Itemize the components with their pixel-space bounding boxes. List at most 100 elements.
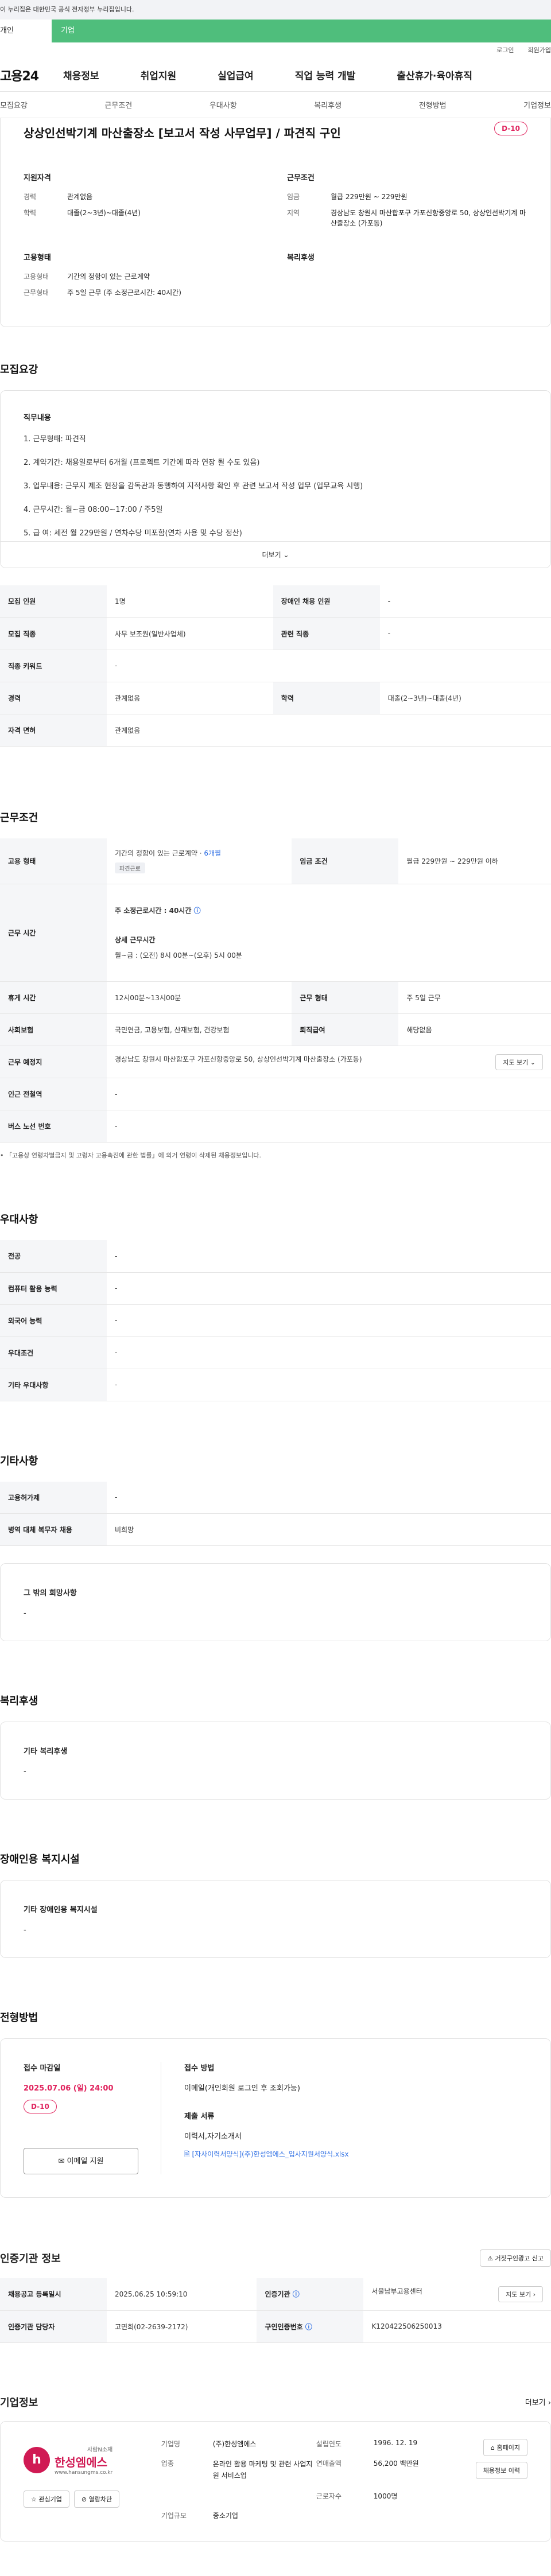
table-row: 버스 노선 번호 - xyxy=(0,1110,551,1143)
homepage-button[interactable]: ⌂ 홈페이지 xyxy=(483,2438,527,2456)
table-row: 인증기관 담당자 고면희(02-2639-2172) 구인인증번호 ⓘ K120422… xyxy=(0,2310,551,2343)
apply-section-title: 전형방법 xyxy=(0,2012,38,2024)
duty-line: 5. 급 여: 세전 월 229만원 / 연차수당 미포함(연차 사용 및 수당… xyxy=(24,529,242,538)
welfare-box: 기타 복리후생 - xyxy=(0,1722,551,1800)
chevron-down-icon: ⌄ xyxy=(283,551,289,559)
subnav-recruit[interactable]: 모집요강 xyxy=(0,99,28,110)
info-icon[interactable]: ⓘ xyxy=(305,2323,312,2331)
info-icon[interactable]: ⓘ xyxy=(194,907,201,915)
subnav-conditions[interactable]: 근무조건 xyxy=(104,99,132,110)
table-header: 기타 우대사항 xyxy=(0,1369,107,1401)
subnav-company[interactable]: 기업정보 xyxy=(523,99,551,110)
subnav-selection[interactable]: 전형방법 xyxy=(419,99,447,110)
table-header: 관련 직종 xyxy=(273,617,380,650)
table-header: 우대조건 xyxy=(0,1336,107,1369)
more-button[interactable]: 더보기 ⌄ xyxy=(1,541,550,568)
work-section-title: 근무조건 xyxy=(0,811,38,824)
table-header: 학력 xyxy=(273,682,380,714)
company-buttons: ⌂ 홈페이지 채용정보 이력 xyxy=(454,2438,527,2524)
table-row: 모집 인원 1명 장애인 채용 인원 - xyxy=(0,585,551,618)
table-row: 컴퓨터 활용 능력 - xyxy=(0,1272,551,1305)
method-value: 이메일(개인회원 로그인 후 조회가능) xyxy=(184,2084,300,2093)
pref-table: 전공 - 컴퓨터 활용 능력 - 외국어 능력 - 우대조건 - 기타 우대사항 - xyxy=(0,1240,551,1401)
subnav-preference[interactable]: 우대사항 xyxy=(209,99,237,110)
block-label: 열람차단 xyxy=(88,2495,112,2503)
top-tabs: 개인 기업 xyxy=(0,20,551,42)
table-header: 휴게 시간 xyxy=(0,981,107,1014)
file-icon: 🗎 xyxy=(184,2150,190,2158)
info-icon[interactable]: ⓘ xyxy=(293,2290,300,2298)
table-header: 근무 시간 xyxy=(0,884,107,982)
gov-bar-text: 이 누리집은 대한민국 공식 전자정부 누리집입니다. xyxy=(0,6,134,13)
table-cell: - xyxy=(107,1240,551,1273)
table-row: 경력 관계없음 학력 대졸(2~3년)~대졸(4년) xyxy=(0,682,551,714)
company-info-label xyxy=(161,2491,213,2504)
table-header: 인근 전철역 xyxy=(0,1078,107,1110)
gnb-parental-leave[interactable]: 출산휴가·육아휴직 xyxy=(397,68,472,82)
cert-agency: 서울남부고용센터 xyxy=(371,2287,422,2295)
gov-bar: 이 누리집은 대한민국 공식 전자정부 누리집입니다. xyxy=(0,0,551,20)
email-apply-button[interactable]: ✉ 이메일 지원 xyxy=(24,2148,138,2174)
company-info: 기업명 (주)한성엠에스 설립연도 1996. 12. 19 업종 온라인 활용 마케… xyxy=(150,2439,454,2524)
report-fake-ad-button[interactable]: ⚠ 거짓구인광고 신고 xyxy=(480,2249,551,2267)
site-logo[interactable]: 고용24 xyxy=(0,66,63,84)
table-header: 직종 키워드 xyxy=(0,650,107,682)
deadline-value: 2025.07.06 (일) 24:00 xyxy=(24,2084,114,2093)
cert-section-title: 인증기관 정보 xyxy=(0,2253,61,2265)
table-row: 모집 직종 사무 보조원(일반사업체) 관련 직종 - xyxy=(0,617,551,650)
table-header: 장애인 채용 인원 xyxy=(273,585,380,618)
table-cell: 경상남도 창원시 마산합포구 가포신항중앙로 50, 상상인선박기계 마산출장소… xyxy=(107,1046,551,1078)
table-row: 자격 면허 관계없음 xyxy=(0,714,551,747)
recruit-section-title: 모집요강 xyxy=(0,364,38,376)
homepage-label: 홈페이지 xyxy=(496,2443,520,2451)
table-cell: 주 5일 근무 xyxy=(398,981,551,1014)
wish-box: 그 밖의 희망사항 - xyxy=(0,1563,551,1641)
age-note-text: 「고용상 연령차별금지 및 고령자 고용촉진에 관한 법률」에 의거 연령이 삭… xyxy=(6,1152,262,1159)
login-link[interactable]: 로그인 xyxy=(496,42,514,59)
map-button[interactable]: 지도 보기 › xyxy=(498,2286,543,2302)
duty-heading: 직무내용 xyxy=(24,414,51,422)
gnb-employment-support[interactable]: 취업지원 xyxy=(141,68,177,82)
employment-block: 고용형태 고용형태 기간의 정함이 있는 근로계약 근무형태 주 5일 근무 (주 … xyxy=(24,251,264,304)
company-more-link[interactable]: 더보기 › xyxy=(525,2396,551,2407)
job-history-button[interactable]: 채용정보 이력 xyxy=(475,2461,527,2479)
table-cell: 대졸(2~3년)~대졸(4년) xyxy=(379,682,551,714)
table-row: 우대조건 - xyxy=(0,1336,551,1369)
sum-value: 주 5일 근무 (주 소정근로시간: 40시간) xyxy=(67,289,181,297)
subnav-welfare[interactable]: 복리후생 xyxy=(314,99,342,110)
table-cell: 서울남부고용센터 지도 보기 › xyxy=(363,2278,551,2311)
sum-label: 고용형태 xyxy=(24,273,49,281)
favorite-company-button[interactable]: ☆ 관심기업 xyxy=(24,2490,69,2508)
join-link[interactable]: 회원가입 xyxy=(528,42,551,59)
map-button[interactable]: 지도 보기 ⌄ xyxy=(495,1054,543,1070)
tab-personal[interactable]: 개인 xyxy=(0,20,52,42)
company-info-value: 1996. 12. 19 xyxy=(373,2438,418,2447)
sum-label: 지역 xyxy=(287,209,300,217)
wish-heading: 그 밖의 희망사항 xyxy=(24,1589,77,1598)
job-title: 상상인선박기계 마산출장소 [보고서 작성 사무업무] / 파견직 구인 xyxy=(24,126,341,140)
table-cell: 주 소정근로시간 : 40시간 ⓘ 상세 근무시간 월~금 : (오전) 8시 00… xyxy=(107,884,551,982)
map-button-label: 지도 보기 xyxy=(503,1058,529,1066)
table-row: 근무 예정지 경상남도 창원시 마산합포구 가포신항중앙로 50, 상상인선박기계… xyxy=(0,1046,551,1078)
attachment-link[interactable]: 🗎 [자사이력서양식](주)한성엠에스_입사지원서양식.xlsx xyxy=(184,2149,527,2161)
table-row: 직종 키워드 - xyxy=(0,650,551,682)
table-header: 임금 조건 xyxy=(292,838,399,884)
gnb-unemployment-benefit[interactable]: 실업급여 xyxy=(218,68,254,82)
welfare-block: 복리후생 xyxy=(287,251,527,304)
block-view-button[interactable]: ⊘ 열람차단 xyxy=(73,2490,120,2508)
table-row: 인근 전철역 - xyxy=(0,1078,551,1110)
duty-line: 1. 근무형태: 파견직 xyxy=(24,435,86,444)
table-cell: 2025.06.25 10:59:10 xyxy=(107,2278,257,2311)
table-row: 사회보험 국민연금, 고용보험, 산재보험, 건강보험 퇴직급여 해당없음 xyxy=(0,1013,551,1046)
email-apply-label: 이메일 지원 xyxy=(67,2157,104,2166)
table-cell: - xyxy=(107,1110,551,1143)
sum-label: 경력 xyxy=(24,193,37,201)
gnb-jobs[interactable]: 채용정보 xyxy=(63,68,99,82)
tab-company[interactable]: 기업 xyxy=(52,20,551,42)
favorite-label: 관심기업 xyxy=(38,2495,62,2503)
gnb-vocational-training[interactable]: 직업 능력 개발 xyxy=(295,68,356,82)
table-row: 근무 시간 주 소정근로시간 : 40시간 ⓘ 상세 근무시간 월~금 : (오전) … xyxy=(0,884,551,982)
table-cell: K120422506250013 xyxy=(363,2310,551,2343)
apply-method: 접수 방법 이메일(개인회원 로그인 후 조회가능) 제출 서류 이력서,자기소… xyxy=(161,2062,527,2174)
table-row: 기타 우대사항 - xyxy=(0,1369,551,1401)
